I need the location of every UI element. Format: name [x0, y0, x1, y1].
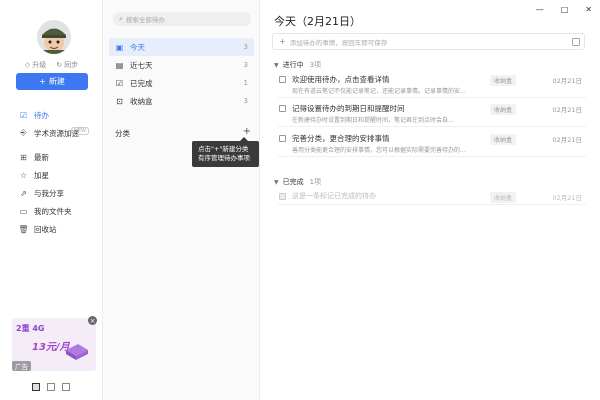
ad-headline: 2重 4G: [16, 324, 45, 333]
new-button[interactable]: + 新建: [16, 73, 88, 90]
todo-filter-list: ▣ 今天 3 ▤ 近七天 3 ☑ 已完成 1 ⊡ 收纳盒 3: [109, 38, 254, 110]
view-two-column-icon[interactable]: [47, 383, 55, 391]
plus-icon: +: [279, 37, 286, 46]
task-date: 02月21日: [552, 136, 582, 144]
share-icon: ⇗: [20, 188, 27, 198]
task-category-tag: 收纳盒: [490, 104, 517, 115]
task-row[interactable]: 完善分类，更合理的安排事情 善用分类能更合理的安排事情，您可以根据实际需要完善待…: [278, 131, 586, 157]
account-row: ◇ 升级 ↻ 同步: [0, 60, 103, 70]
caret-down-icon: ▼: [274, 178, 279, 186]
task-checkbox[interactable]: [279, 135, 286, 142]
task-row[interactable]: 记得设置待办的到期日和提醒时间 在新建待办时设置到期日和提醒时间，笔记君在到点时…: [278, 101, 586, 127]
view-single-column-icon[interactable]: [62, 383, 70, 391]
view-three-column-icon[interactable]: [32, 383, 40, 391]
task-checkbox[interactable]: [279, 76, 286, 83]
filter-today[interactable]: ▣ 今天 3: [109, 38, 254, 56]
task-date: 02月21日: [552, 194, 582, 202]
diamond-icon: ◇: [24, 61, 31, 69]
star-icon: ☆: [19, 170, 28, 180]
search-input[interactable]: ⌕ 搜索全部待办: [113, 12, 251, 26]
task-date: 02月21日: [552, 77, 582, 85]
calendar-today-icon: ▣: [115, 42, 124, 52]
check-square-icon: ☑: [19, 110, 28, 120]
ad-label: 广告: [12, 361, 31, 371]
sidebar-nav-top: ☑ 待办 ⎆ 学术资源加速 NEW: [0, 106, 103, 142]
avatar-soldier-icon: [37, 20, 71, 54]
sidebar-item-trash[interactable]: 🗑 回收站: [0, 220, 103, 238]
close-button[interactable]: ✕: [585, 5, 592, 14]
add-todo-input[interactable]: + 添加待办的事情，按回车即可保存: [272, 33, 585, 50]
task-category-tag: 收纳盒: [490, 134, 517, 145]
page-title: 今天（2月21日）: [274, 15, 361, 28]
search-icon: ⌕: [119, 14, 123, 23]
sidebar-nav-bottom: ⊞ 最新 ☆ 加星 ⇗ 与我分享 ▭ 我的文件夹 🗑 回收站: [0, 148, 103, 238]
task-checkbox-checked[interactable]: [279, 193, 286, 200]
sync-icon: ↻: [56, 61, 63, 69]
todo-category-panel: ⌕ 搜索全部待办 ▣ 今天 3 ▤ 近七天 3 ☑ 已完成 1 ⊡ 收纳盒 3 …: [103, 0, 260, 400]
task-category-tag: 收纳盒: [490, 75, 517, 86]
task-row[interactable]: 欢迎使用待办，点击查看详情 现在有道云笔记不仅能记录笔记，还能记录事情。记录事情…: [278, 72, 586, 98]
plus-icon: +: [39, 77, 46, 86]
todo-main-panel: — □ ✕ 今天（2月21日） + 添加待办的事情，按回车即可保存 ▼ 进行中 …: [260, 0, 600, 400]
sidebar-item-folders[interactable]: ▭ 我的文件夹: [0, 202, 103, 220]
maximize-button[interactable]: □: [561, 5, 569, 14]
minimize-button[interactable]: —: [536, 5, 544, 14]
check-box-icon: ☑: [115, 78, 124, 88]
group-completed[interactable]: ▼ 已完成 1项: [274, 177, 321, 187]
window-controls: — □ ✕: [536, 5, 592, 14]
sim-card-icon: [66, 344, 88, 360]
sidebar-item-starred[interactable]: ☆ 加星: [0, 166, 103, 184]
sidebar-item-academic[interactable]: ⎆ 学术资源加速 NEW: [0, 124, 103, 142]
filter-completed[interactable]: ☑ 已完成 1: [109, 74, 254, 92]
academic-icon: ⎆: [20, 128, 27, 137]
avatar[interactable]: [37, 20, 71, 54]
sync-link[interactable]: ↻ 同步: [56, 60, 78, 70]
task-category-tag: 收纳盒: [490, 192, 517, 203]
ad-close-button[interactable]: ×: [88, 316, 97, 325]
folder-icon: ▭: [19, 206, 28, 216]
sidebar-item-latest[interactable]: ⊞ 最新: [0, 148, 103, 166]
left-sidebar: ◇ 升级 ↻ 同步 + 新建 ☑ 待办 ⎆ 学术资源加速 NEW ⊞ 最新 ☆ 加星…: [0, 0, 103, 400]
category-section-header: 分类 +: [115, 126, 251, 139]
grid-icon: ⊞: [20, 152, 27, 162]
group-in-progress[interactable]: ▼ 进行中 3项: [274, 60, 321, 70]
view-switch: [32, 383, 70, 391]
new-badge: NEW: [71, 127, 89, 135]
task-checkbox[interactable]: [279, 105, 286, 112]
upgrade-link[interactable]: ◇ 升级: [25, 60, 46, 70]
trash-icon: 🗑: [18, 224, 29, 234]
caret-down-icon: ▼: [274, 61, 279, 69]
filter-week[interactable]: ▤ 近七天 3: [109, 56, 254, 74]
filter-inbox[interactable]: ⊡ 收纳盒 3: [109, 92, 254, 110]
calendar-week-icon: ▤: [115, 60, 124, 70]
calendar-icon[interactable]: [572, 38, 580, 46]
task-date: 02月21日: [552, 106, 582, 114]
sidebar-item-todo[interactable]: ☑ 待办: [0, 106, 103, 124]
add-category-tooltip: 点击"+"新建分类 有序管理待办事项: [192, 137, 259, 167]
sidebar-item-shared[interactable]: ⇗ 与我分享: [0, 184, 103, 202]
inbox-icon: ⊡: [116, 96, 123, 106]
task-row-completed[interactable]: 这是一条标记已完成的待办 收纳盒 02月21日: [278, 189, 586, 205]
